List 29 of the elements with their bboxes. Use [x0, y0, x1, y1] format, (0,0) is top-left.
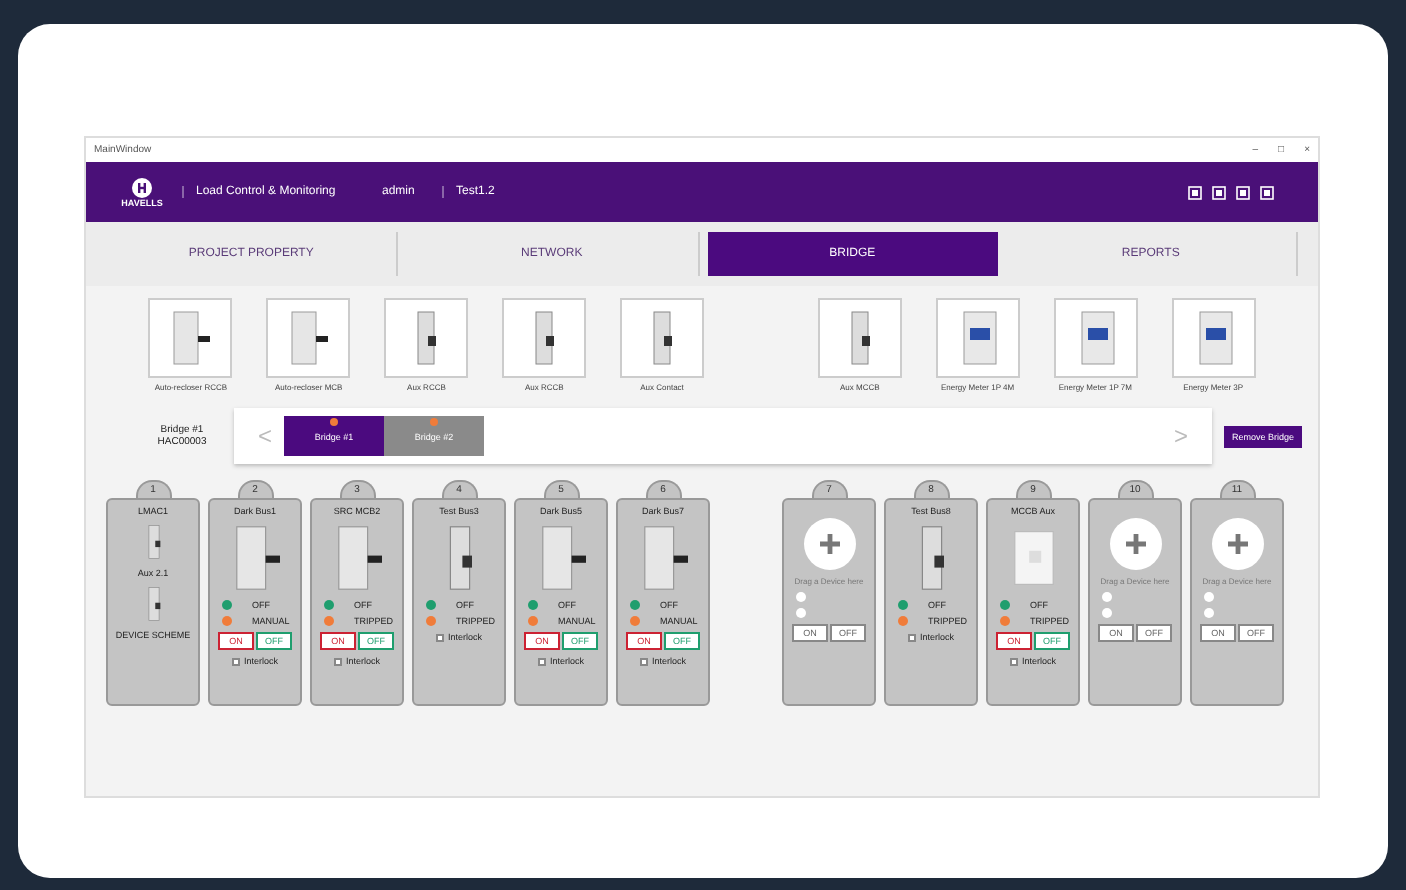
- device-thumbnail[interactable]: [817, 298, 902, 378]
- device-thumbnail[interactable]: [935, 298, 1020, 378]
- radio-button[interactable]: [796, 592, 806, 602]
- device-thumbnail[interactable]: [384, 298, 469, 378]
- device-thumbnail[interactable]: [1053, 298, 1138, 378]
- device-thumbnail[interactable]: [1171, 298, 1256, 378]
- plus-icon: [1225, 532, 1249, 556]
- add-device-button[interactable]: [1211, 518, 1263, 570]
- checkbox[interactable]: [537, 657, 546, 665]
- checkbox[interactable]: [333, 657, 342, 665]
- plus-icon: [817, 532, 841, 556]
- checkbox[interactable]: [435, 633, 444, 641]
- device-thumbnail[interactable]: [620, 298, 704, 378]
- plus-icon: [1123, 532, 1147, 556]
- device-thumbnail[interactable]: [266, 298, 351, 378]
- radio-button[interactable]: [1204, 608, 1214, 618]
- radio-button[interactable]: [1102, 608, 1112, 618]
- checkbox[interactable]: [1009, 657, 1018, 665]
- checkbox[interactable]: [639, 657, 648, 665]
- radio-button[interactable]: [1204, 592, 1214, 602]
- radio-button[interactable]: [796, 608, 806, 618]
- checkbox[interactable]: [907, 633, 916, 641]
- checkbox[interactable]: [231, 657, 240, 665]
- radio-button[interactable]: [1102, 592, 1112, 602]
- add-device-button[interactable]: [803, 518, 855, 570]
- add-device-button[interactable]: [1109, 518, 1161, 570]
- device-thumbnail[interactable]: [148, 298, 233, 378]
- device-thumbnail[interactable]: [502, 298, 587, 378]
- logo-icon: [132, 177, 152, 197]
